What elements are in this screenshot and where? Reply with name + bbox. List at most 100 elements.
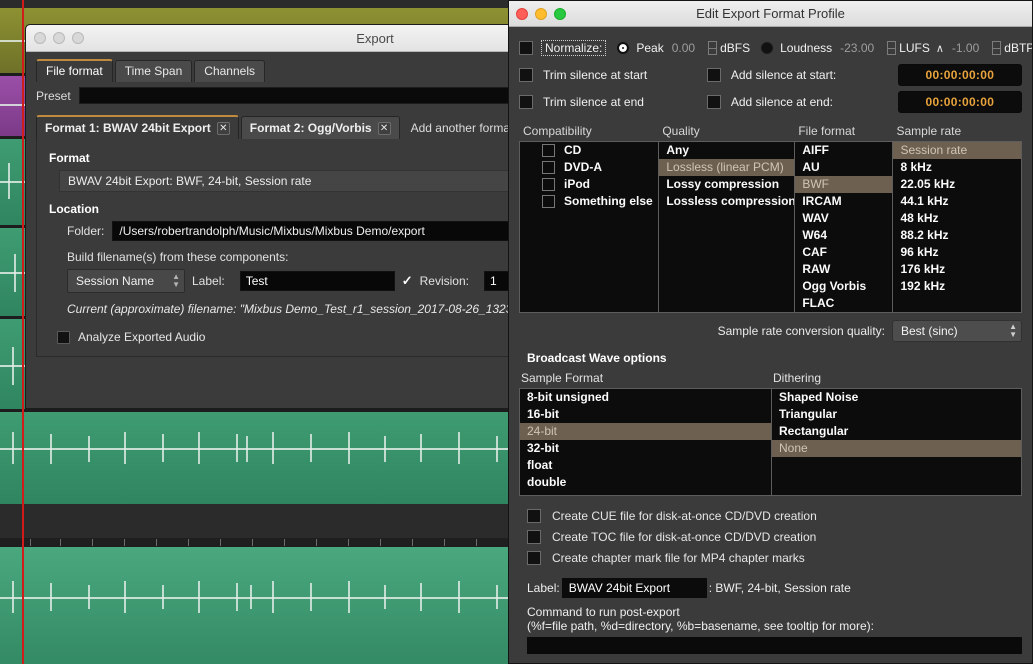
- add-silence-end-clock[interactable]: 00:00:00:00: [898, 91, 1022, 113]
- revision-checkbox[interactable]: ✓: [402, 273, 413, 289]
- peak-spinner-icon[interactable]: [708, 41, 717, 55]
- file-format-item-ircam[interactable]: IRCAM: [795, 193, 892, 210]
- file-format-column: File format AIFF AU BWF IRCAM WAV W64 CA…: [794, 124, 892, 313]
- file-format-item-w64[interactable]: W64: [795, 227, 892, 244]
- quality-item-any[interactable]: Any: [659, 142, 794, 159]
- tab-time-span[interactable]: Time Span: [115, 60, 193, 82]
- quality-item-lossless-compression[interactable]: Lossless compression: [659, 193, 794, 210]
- silence-start-row: Trim silence at start Add silence at sta…: [519, 61, 1022, 88]
- trim-silence-start-group[interactable]: Trim silence at start: [519, 68, 707, 82]
- trim-silence-start-checkbox[interactable]: [519, 68, 533, 82]
- file-format-item-ogg-vorbis[interactable]: Ogg Vorbis: [795, 278, 892, 295]
- file-format-item-caf[interactable]: CAF: [795, 244, 892, 261]
- dithering-item-rectangular[interactable]: Rectangular: [772, 423, 1021, 440]
- command-label-line2: (%f=file path, %d=directory, %b=basename…: [527, 619, 874, 633]
- sample-rate-item-96khz[interactable]: 96 kHz: [893, 244, 1021, 261]
- create-chapter-mark-file-row[interactable]: Create chapter mark file for MP4 chapter…: [527, 551, 1022, 565]
- add-silence-end-group[interactable]: Add silence at end:: [707, 95, 898, 109]
- normalize-checkbox[interactable]: [519, 41, 533, 55]
- add-another-format-button[interactable]: Add another format: [402, 116, 523, 139]
- normalize-loudness-unit: LUFS: [899, 41, 930, 55]
- sample-format-item-8-bit-unsigned[interactable]: 8-bit unsigned: [520, 389, 771, 406]
- checkbox-icon[interactable]: [542, 161, 555, 174]
- add-silence-start-clock[interactable]: 00:00:00:00: [898, 64, 1022, 86]
- create-chapter-mark-file-checkbox[interactable]: [527, 551, 541, 565]
- file-format-list[interactable]: AIFF AU BWF IRCAM WAV W64 CAF RAW Ogg Vo…: [794, 141, 892, 313]
- sample-rate-item-192khz[interactable]: 192 kHz: [893, 278, 1021, 295]
- checkbox-icon[interactable]: [542, 144, 555, 157]
- create-chapter-mark-file-label: Create chapter mark file for MP4 chapter…: [552, 551, 805, 565]
- create-cue-file-checkbox[interactable]: [527, 509, 541, 523]
- normalize-peak-value[interactable]: 0.00: [672, 41, 695, 55]
- format-tab-2[interactable]: Format 2: Ogg/Vorbis ✕: [241, 116, 400, 139]
- normalize-loudness-value[interactable]: -23.00: [840, 41, 874, 55]
- file-format-item-raw[interactable]: RAW: [795, 261, 892, 278]
- dithering-item-none[interactable]: None: [772, 440, 1021, 457]
- close-icon[interactable]: ✕: [217, 122, 230, 135]
- sample-format-item-float[interactable]: float: [520, 457, 771, 474]
- file-format-item-au[interactable]: AU: [795, 159, 892, 176]
- create-toc-file-row[interactable]: Create TOC file for disk-at-once CD/DVD …: [527, 530, 1022, 544]
- dithering-header: Dithering: [771, 371, 1022, 388]
- analyze-exported-audio-checkbox[interactable]: [57, 331, 70, 344]
- compatibility-list[interactable]: CD DVD-A iPod Something else: [519, 141, 658, 313]
- true-peak-spinner-icon[interactable]: [992, 41, 1001, 55]
- dithering-item-shaped-noise[interactable]: Shaped Noise: [772, 389, 1021, 406]
- file-format-item-flac[interactable]: FLAC: [795, 295, 892, 312]
- sample-format-list[interactable]: 8-bit unsigned 16-bit 24-bit 32-bit floa…: [519, 388, 771, 496]
- add-silence-end-checkbox[interactable]: [707, 95, 721, 109]
- close-icon[interactable]: ✕: [378, 122, 391, 135]
- sample-format-item-32-bit[interactable]: 32-bit: [520, 440, 771, 457]
- loudness-spinner-icon[interactable]: [887, 41, 896, 55]
- trim-silence-start-label: Trim silence at start: [543, 68, 647, 82]
- compatibility-item-dvda[interactable]: DVD-A: [520, 159, 658, 176]
- normalize-label: Normalize:: [541, 40, 606, 56]
- file-format-item-bwf[interactable]: BWF: [795, 176, 892, 193]
- sample-rate-item-48khz[interactable]: 48 kHz: [893, 210, 1021, 227]
- sample-rate-item-8khz[interactable]: 8 kHz: [893, 159, 1021, 176]
- quality-list[interactable]: Any Lossless (linear PCM) Lossy compress…: [658, 141, 794, 313]
- normalize-loudness-radio[interactable]: [761, 42, 773, 54]
- format-tab-1[interactable]: Format 1: BWAV 24bit Export ✕: [36, 115, 239, 139]
- sample-format-item-16-bit[interactable]: 16-bit: [520, 406, 771, 423]
- true-peak-caret-icon: ∧: [936, 42, 944, 55]
- src-quality-select[interactable]: Best (sinc) ▲▼: [892, 320, 1022, 342]
- quality-item-lossless-linear-pcm[interactable]: Lossless (linear PCM): [659, 159, 794, 176]
- sample-rate-list[interactable]: Session rate 8 kHz 22.05 kHz 44.1 kHz 48…: [892, 141, 1022, 313]
- create-cue-file-row[interactable]: Create CUE file for disk-at-once CD/DVD …: [527, 509, 1022, 523]
- sample-rate-item-22-05khz[interactable]: 22.05 kHz: [893, 176, 1021, 193]
- compatibility-item-ipod[interactable]: iPod: [520, 176, 658, 193]
- sample-rate-item-44-1khz[interactable]: 44.1 kHz: [893, 193, 1021, 210]
- add-silence-start-group[interactable]: Add silence at start:: [707, 68, 898, 82]
- sample-format-item-24-bit[interactable]: 24-bit: [520, 423, 771, 440]
- checkbox-icon[interactable]: [542, 195, 555, 208]
- compatibility-item-cd[interactable]: CD: [520, 142, 658, 159]
- quality-item-lossy-compression[interactable]: Lossy compression: [659, 176, 794, 193]
- create-toc-file-checkbox[interactable]: [527, 530, 541, 544]
- trim-silence-end-group[interactable]: Trim silence at end: [519, 95, 707, 109]
- sample-rate-item-session-rate[interactable]: Session rate: [893, 142, 1021, 159]
- command-input[interactable]: [527, 637, 1022, 654]
- profile-label-input[interactable]: BWAV 24bit Export: [562, 578, 707, 598]
- label-input[interactable]: Test: [240, 271, 395, 291]
- file-format-item-aiff[interactable]: AIFF: [795, 142, 892, 159]
- add-silence-start-checkbox[interactable]: [707, 68, 721, 82]
- dithering-list[interactable]: Shaped Noise Triangular Rectangular None: [771, 388, 1022, 496]
- checkbox-icon[interactable]: [542, 178, 555, 191]
- edit-export-format-profile-dialog[interactable]: Edit Export Format Profile Normalize: Pe…: [508, 0, 1033, 664]
- trim-silence-end-checkbox[interactable]: [519, 95, 533, 109]
- sample-format-item-double[interactable]: double: [520, 474, 771, 491]
- profile-dialog-titlebar[interactable]: Edit Export Format Profile: [509, 1, 1032, 27]
- component-select-value: Session Name: [76, 274, 154, 288]
- sample-rate-item-176khz[interactable]: 176 kHz: [893, 261, 1021, 278]
- playhead[interactable]: [22, 0, 24, 664]
- file-format-item-wav[interactable]: WAV: [795, 210, 892, 227]
- compatibility-item-something-else[interactable]: Something else: [520, 193, 658, 210]
- tab-channels[interactable]: Channels: [194, 60, 265, 82]
- component-select[interactable]: Session Name ▲▼: [67, 269, 185, 293]
- true-peak-value[interactable]: -1.00: [952, 41, 979, 55]
- normalize-peak-radio[interactable]: [617, 42, 629, 54]
- sample-rate-item-88-2khz[interactable]: 88.2 kHz: [893, 227, 1021, 244]
- tab-file-format[interactable]: File format: [36, 59, 113, 82]
- dithering-item-triangular[interactable]: Triangular: [772, 406, 1021, 423]
